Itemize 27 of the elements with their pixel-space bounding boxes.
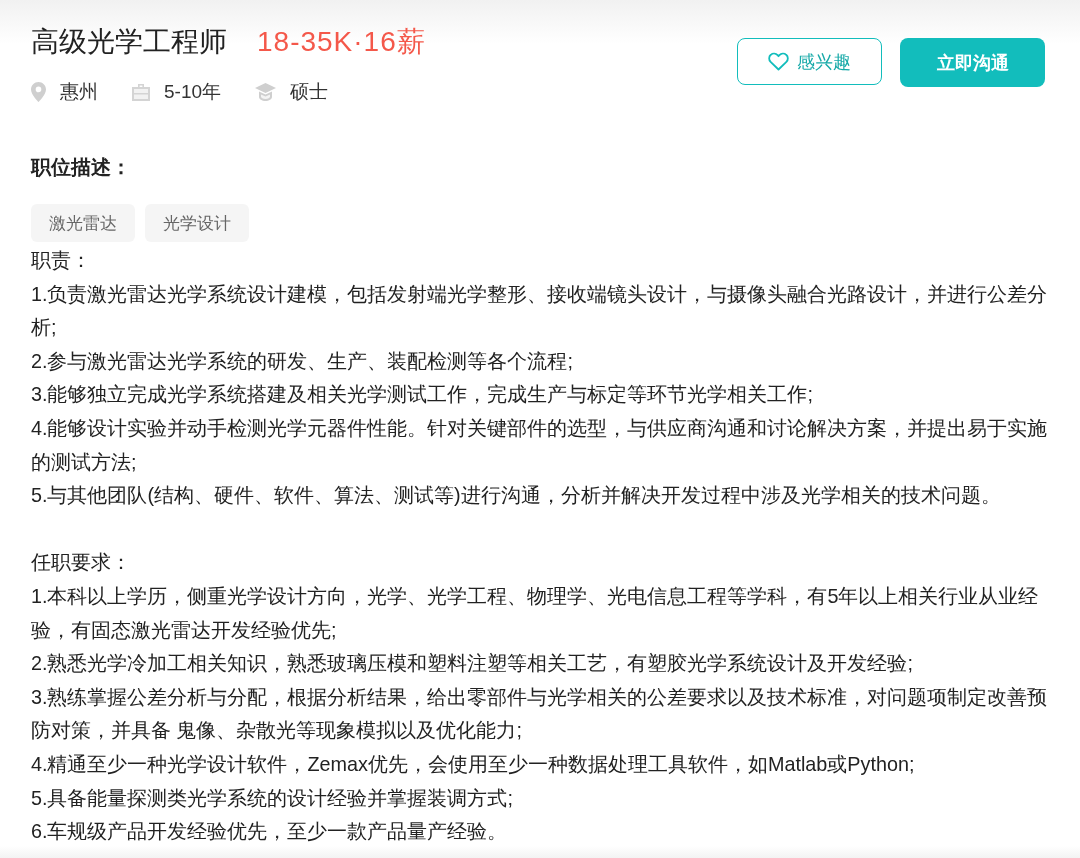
description-item: 4.能够设计实验并动手检测光学元器件性能。针对关键部件的选型，与供应商沟通和讨论解决方案，并提出易于实施的测试方法; xyxy=(31,415,1049,475)
heart-icon xyxy=(768,52,789,71)
job-title: 高级光学工程师 xyxy=(31,25,227,59)
subsection-heading: 职责： xyxy=(31,248,92,273)
location-pin-icon xyxy=(31,82,46,102)
experience-text: 5-10年 xyxy=(164,80,222,104)
graduation-cap-icon xyxy=(255,83,277,101)
briefcase-icon xyxy=(132,83,150,101)
section-heading: 职位描述： xyxy=(31,155,132,180)
description-item: 6.车规级产品开发经验优先，至少一款产品量产经验。 xyxy=(31,819,509,845)
location-text: 惠州 xyxy=(60,80,98,104)
description-item: 5.与其他团队(结构、硬件、软件、算法、测试等)进行沟通，分析并解决开发过程中涉及光学相关的技术问题。 xyxy=(31,483,1002,509)
skill-tag: 光学设计 xyxy=(145,204,249,242)
chat-now-button[interactable]: 立即沟通 xyxy=(900,38,1045,87)
description-item: 3.能够独立完成光学系统搭建及相关光学测试工作，完成生产与标定等环节光学相关工作; xyxy=(31,382,814,408)
description-item: 2.参与激光雷达光学系统的研发、生产、装配检测等各个流程; xyxy=(31,348,574,374)
description-item: 3.熟练掌握公差分析与分配，根据分析结果，给出零部件与光学相关的公差要求以及技术标准，对问题项制定改善预防对策，并具备 鬼像、杂散光等现象模拟以及优化能力; xyxy=(31,684,1049,744)
description-item: 4.精通至少一种光学设计软件，Zemax优先，会使用至少一种数据处理工具软件，如Matlab或Python; xyxy=(31,751,916,777)
description-item: 2.熟悉光学冷加工相关知识，熟悉玻璃压模和塑料注塑等相关工艺，有塑胶光学系统设计及开发经验; xyxy=(31,651,914,677)
salary-text: 18-35K·16薪 xyxy=(257,25,426,59)
skill-tag: 激光雷达 xyxy=(31,204,135,242)
education-text: 硕士 xyxy=(290,80,329,104)
description-item: 1.负责激光雷达光学系统设计建模，包括发射端光学整形、接收端镜头设计，与摄像头融合光路设计，并进行公差分析; xyxy=(31,281,1049,341)
description-item: 5.具备能量探测类光学系统的设计经验并掌握装调方式; xyxy=(31,785,514,811)
interested-button[interactable]: 感兴趣 xyxy=(737,38,882,85)
subsection-heading: 任职要求： xyxy=(31,550,132,576)
description-item: 1.本科以上学历，侧重光学设计方向，光学、光学工程、物理学、光电信息工程等学科，有5年以上相关行业从业经验，有固态激光雷达开发经验优先; xyxy=(31,583,1040,643)
